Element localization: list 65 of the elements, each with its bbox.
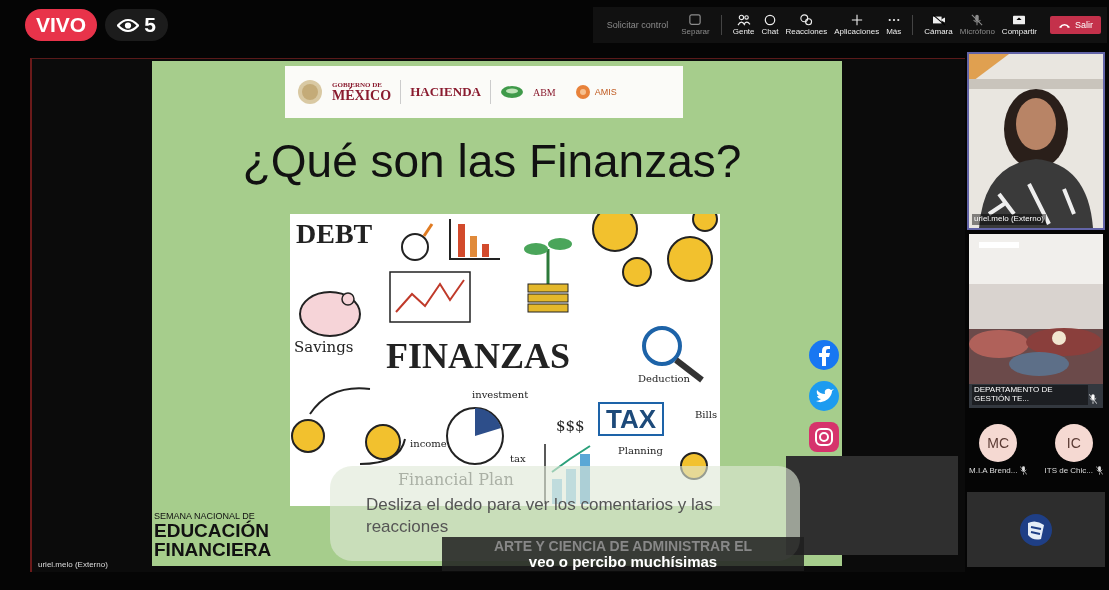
toolbar-button[interactable]: Chat — [759, 14, 781, 36]
bird-icon — [808, 380, 840, 412]
illustration-word: Planning — [618, 446, 663, 456]
reactions-icon — [799, 14, 814, 26]
illustration-word: income — [410, 439, 447, 449]
toolbar-button[interactable]: Aplicaciones — [832, 14, 882, 36]
pie-chart-icon — [446, 407, 504, 465]
flower-icon — [574, 84, 591, 100]
camera-icon — [808, 421, 840, 453]
toolbar-button[interactable]: Más — [884, 14, 904, 36]
leave-button[interactable]: Salir — [1050, 16, 1101, 34]
logo-text: AMIS — [594, 87, 617, 97]
share-icon — [1012, 14, 1027, 26]
coin-icon — [680, 452, 708, 480]
plant-coins-icon — [524, 238, 572, 313]
bar-chart-icon — [449, 218, 501, 260]
video-tile[interactable]: DEPARTAMENTO DE GESTIÓN TE... — [967, 232, 1105, 410]
video-tile[interactable]: uriel.melo (Externo) — [967, 52, 1105, 230]
caption-text: ARTE Y CIENCIA DE ADMINISTRAR EL — [493, 537, 753, 554]
emblem-icon — [1019, 512, 1053, 547]
participant-name: uriel.melo (Externo) — [38, 560, 108, 569]
logo-text: ABM — [532, 86, 556, 98]
illustration-word: DEBT — [296, 220, 373, 248]
seal-icon — [297, 79, 323, 105]
illustration-word: tax — [510, 454, 526, 464]
campaign-text: FINANCIERA — [154, 539, 273, 559]
illustration-word: Financial Plan — [398, 472, 514, 488]
illustration-word: investment — [472, 390, 529, 400]
campaign-text: EDUCACIÓN — [154, 520, 271, 540]
toolbar-button[interactable]: Cámara — [922, 14, 955, 36]
line-chart-icon — [389, 271, 471, 323]
toolbar-button[interactable]: Gente — [730, 14, 757, 36]
illustration-word: $$$ — [556, 419, 585, 434]
illustration-word: Deduction — [638, 374, 691, 384]
slide-title: ¿Qué son las Finanzas? — [241, 134, 743, 189]
eye-icon — [117, 17, 140, 33]
logo-text: HACIENDA — [410, 84, 481, 100]
participant-name: M.I.A Brend... — [969, 466, 1018, 475]
bomb-icon — [401, 223, 434, 261]
campaign-text: SEMANA NACIONAL DE — [154, 511, 255, 521]
chat-icon — [762, 14, 777, 26]
toolbar-button[interactable]: Compartir — [999, 14, 1039, 36]
participant-name: ITS de Chic... — [1044, 466, 1093, 475]
camera-icon — [931, 14, 946, 26]
illustration-word: FINANZAS — [386, 338, 571, 374]
phone-hangup-icon — [1058, 21, 1071, 29]
avatar[interactable]: IC — [1054, 424, 1093, 462]
microphone-icon — [970, 14, 985, 26]
illustration-word: Savings — [294, 340, 354, 355]
logo-icon — [499, 85, 524, 99]
piggy-bank-icon — [299, 291, 361, 337]
video-tile[interactable] — [967, 492, 1105, 567]
illustration-word: Bills — [695, 410, 718, 420]
viewer-number: 5 — [144, 13, 156, 37]
caption-text: veo o percibo muchísimas — [528, 553, 718, 570]
people-icon — [736, 14, 751, 26]
participant-name: uriel.melo (Externo) — [972, 214, 1046, 225]
toolbar-button[interactable]: Reacciones — [783, 14, 830, 36]
live-badge: VIVO — [25, 9, 98, 41]
illustration-word: TAX — [598, 402, 665, 436]
participant-name: DEPARTAMENTO DE GESTIÓN TE... — [972, 385, 1088, 405]
avatar[interactable]: MC — [979, 424, 1018, 462]
facebook-icon — [808, 339, 840, 371]
plus-icon — [849, 14, 864, 26]
logo-text: MÉXICO — [332, 88, 392, 103]
